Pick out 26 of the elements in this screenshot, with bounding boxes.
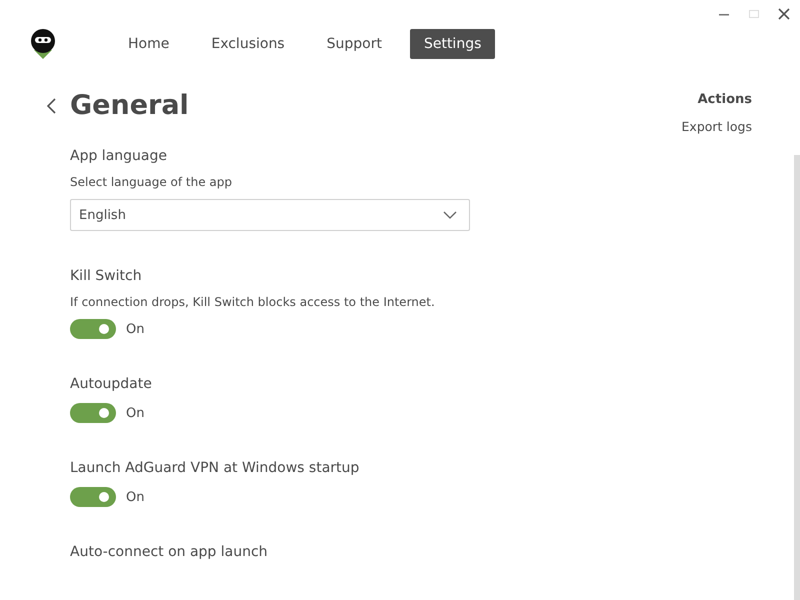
page-title: General — [70, 90, 190, 121]
nav-tab[interactable]: Settings — [410, 29, 496, 59]
scrollbar[interactable] — [794, 155, 800, 600]
language-dropdown[interactable]: English — [70, 199, 470, 231]
export-logs-link[interactable]: Export logs — [682, 119, 752, 134]
nav-tab[interactable]: Home — [114, 29, 184, 59]
toggle-switch[interactable] — [70, 403, 116, 423]
back-icon[interactable] — [46, 98, 58, 114]
ninja-logo-icon — [30, 28, 56, 60]
section-title: Auto-connect on app launch — [70, 543, 269, 561]
toggle-switch[interactable] — [70, 319, 116, 339]
section-title: Kill Switch — [70, 267, 143, 285]
toggle-label: On — [126, 322, 144, 336]
actions-title: Actions — [698, 92, 752, 107]
chevron-down-icon — [443, 211, 457, 219]
section-title: Launch AdGuard VPN at Windows startup — [70, 459, 360, 477]
section-title: Autoupdate — [70, 375, 153, 393]
nav-tab[interactable]: Support — [312, 29, 396, 59]
toggle-switch[interactable] — [70, 487, 116, 507]
section-title: App language — [70, 147, 168, 165]
section-description: If connection drops, Kill Switch blocks access to the Internet. — [70, 295, 436, 310]
toggle-label: On — [126, 406, 144, 420]
section-description: Select language of the app — [70, 175, 233, 190]
toggle-label: On — [126, 490, 144, 504]
nav-tab[interactable]: Exclusions — [197, 29, 299, 59]
close-icon[interactable] — [778, 8, 790, 20]
